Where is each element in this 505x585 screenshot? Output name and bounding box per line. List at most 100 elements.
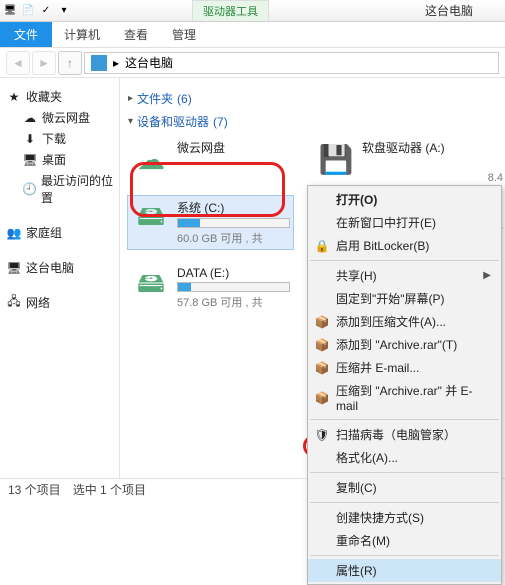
chevron-down-icon: ▾ <box>128 116 133 127</box>
submenu-arrow-icon: ▶ <box>483 270 491 281</box>
menu-separator <box>310 502 499 503</box>
menu-item-label: 添加到压缩文件(A)... <box>336 313 446 330</box>
menu-item-label: 添加到 "Archive.rar"(T) <box>336 336 457 353</box>
drive-subtext: 60.0 GB 可用 , 共 <box>177 230 290 246</box>
tab-computer[interactable]: 计算机 <box>52 22 112 47</box>
context-menu-item[interactable]: 格式化(A)... <box>308 446 501 469</box>
download-icon: ⬇ <box>22 131 38 147</box>
context-menu-item[interactable]: 共享(H) ▶ <box>308 264 501 287</box>
file-tab[interactable]: 文件 <box>0 22 52 47</box>
qat-dropdown[interactable]: ▾ <box>56 3 72 19</box>
sidebar: ★收藏夹 ☁微云网盘 ⬇下载 🖥桌面 🕘最近访问的位置 👥家庭组 🖥这台电脑 🖧… <box>0 78 120 478</box>
menu-separator <box>310 555 499 556</box>
nav-up[interactable]: ↑ <box>58 51 82 75</box>
menu-item-icon: 📦 <box>314 390 330 406</box>
desktop-icon: 🖥 <box>22 152 38 168</box>
sidebar-item-recent[interactable]: 🕘最近访问的位置 <box>4 170 115 208</box>
nav-forward[interactable]: ► <box>32 51 56 75</box>
window-title: 这台电脑 <box>425 2 473 19</box>
star-icon: ★ <box>6 89 22 105</box>
drive-subtext: 57.8 GB 可用 , 共 <box>177 294 290 310</box>
drive-item[interactable]: 💾 软盘驱动器 (A:) <box>313 136 478 182</box>
pc-icon <box>91 55 107 71</box>
menu-item-icon: 🔒 <box>314 238 330 254</box>
sidebar-favorites[interactable]: ★收藏夹 <box>4 86 115 107</box>
context-menu-item[interactable]: 📦 添加到压缩文件(A)... <box>308 310 501 333</box>
context-menu: 打开(O) 在新窗口中打开(E) 🔒 启用 BitLocker(B) 共享(H) ▶ 固定到… <box>307 185 502 585</box>
context-menu-item[interactable]: 打开(O) <box>308 188 501 211</box>
menu-item-icon: 📦 <box>314 337 330 353</box>
qat-icon-1[interactable]: 📄 <box>20 3 36 19</box>
usage-bar <box>177 282 290 292</box>
breadcrumb[interactable]: 这台电脑 <box>125 54 173 71</box>
sidebar-network[interactable]: 🖧网络 <box>4 292 115 313</box>
status-count: 13 个项目 <box>8 481 61 498</box>
drive-item[interactable]: ☁ 微云网盘 <box>128 136 293 182</box>
menu-separator <box>310 260 499 261</box>
homegroup-icon: 👥 <box>6 225 22 241</box>
menu-item-icon: 🛡 <box>314 427 330 443</box>
drive-icon: 🖴 <box>131 199 171 239</box>
context-menu-item[interactable]: 📦 添加到 "Archive.rar"(T) <box>308 333 501 356</box>
drive-item[interactable]: 🖴 DATA (E:) 57.8 GB 可用 , 共 <box>128 263 293 313</box>
recent-icon: 🕘 <box>22 181 37 197</box>
menu-item-label: 格式化(A)... <box>336 449 398 466</box>
tab-manage[interactable]: 管理 <box>160 22 208 47</box>
cloud-icon: ☁ <box>22 110 38 126</box>
menu-item-label: 固定到"开始"屏幕(P) <box>336 290 445 307</box>
menu-item-label: 扫描病毒（电脑管家） <box>336 426 456 443</box>
drive-name: 软盘驱动器 (A:) <box>362 139 475 156</box>
drive-name: 微云网盘 <box>177 139 290 156</box>
nav-back[interactable]: ◄ <box>6 51 30 75</box>
drive-item[interactable]: 🖴 系统 (C:) 60.0 GB 可用 , 共 <box>128 196 293 249</box>
system-icon: 🖥 <box>2 3 18 19</box>
menu-item-icon: 📦 <box>314 360 330 376</box>
context-menu-item[interactable]: 属性(R) <box>308 559 501 582</box>
menu-item-label: 压缩到 "Archive.rar" 并 E-mail <box>336 382 491 413</box>
context-menu-item[interactable]: 🔒 启用 BitLocker(B) <box>308 234 501 257</box>
sidebar-item-downloads[interactable]: ⬇下载 <box>4 128 115 149</box>
drive-name: 系统 (C:) <box>177 199 290 216</box>
context-tab-drive-tools[interactable]: 驱动器工具 <box>192 0 269 21</box>
menu-item-label: 重命名(M) <box>336 532 390 549</box>
menu-item-label: 共享(H) <box>336 267 377 284</box>
context-menu-item[interactable]: 固定到"开始"屏幕(P) <box>308 287 501 310</box>
section-devices[interactable]: ▾ 设备和驱动器 (7) <box>128 113 497 130</box>
tab-view[interactable]: 查看 <box>112 22 160 47</box>
usage-bar <box>177 218 290 228</box>
menu-item-label: 复制(C) <box>336 479 377 496</box>
context-menu-item[interactable]: 📦 压缩并 E-mail... <box>308 356 501 379</box>
context-menu-item[interactable]: 复制(C) <box>308 476 501 499</box>
sidebar-homegroup[interactable]: 👥家庭组 <box>4 222 115 243</box>
network-icon: 🖧 <box>6 295 22 311</box>
menu-item-label: 打开(O) <box>336 191 377 208</box>
chevron-right-icon: ▸ <box>128 93 133 104</box>
menu-item-label: 在新窗口中打开(E) <box>336 214 436 231</box>
section-folders[interactable]: ▸ 文件夹 (6) <box>128 90 497 107</box>
drive-name: DATA (E:) <box>177 266 290 280</box>
context-menu-item[interactable]: 重命名(M) <box>308 529 501 552</box>
menu-separator <box>310 472 499 473</box>
menu-item-label: 压缩并 E-mail... <box>336 359 419 376</box>
menu-item-label: 创建快捷方式(S) <box>336 509 424 526</box>
partial-text: 8.4 <box>488 172 503 184</box>
context-menu-item[interactable]: 创建快捷方式(S) <box>308 506 501 529</box>
drive-icon: ☁ <box>131 139 171 179</box>
menu-item-label: 属性(R) <box>336 562 377 579</box>
sidebar-thispc[interactable]: 🖥这台电脑 <box>4 257 115 278</box>
qat-icon-2[interactable]: ✓ <box>38 3 54 19</box>
menu-item-icon: 📦 <box>314 314 330 330</box>
context-menu-item[interactable]: 📦 压缩到 "Archive.rar" 并 E-mail <box>308 379 501 416</box>
pc-icon: 🖥 <box>6 260 22 276</box>
address-bar[interactable]: ▸ 这台电脑 <box>84 52 499 74</box>
status-selected: 选中 1 个项目 <box>73 481 146 498</box>
drive-icon: 🖴 <box>131 266 171 306</box>
sidebar-item-weiyun[interactable]: ☁微云网盘 <box>4 107 115 128</box>
sidebar-item-desktop[interactable]: 🖥桌面 <box>4 149 115 170</box>
breadcrumb-sep: ▸ <box>113 56 119 70</box>
drive-icon: 💾 <box>316 139 356 179</box>
menu-separator <box>310 419 499 420</box>
context-menu-item[interactable]: 🛡 扫描病毒（电脑管家） <box>308 423 501 446</box>
menu-item-label: 启用 BitLocker(B) <box>336 237 429 254</box>
context-menu-item[interactable]: 在新窗口中打开(E) <box>308 211 501 234</box>
